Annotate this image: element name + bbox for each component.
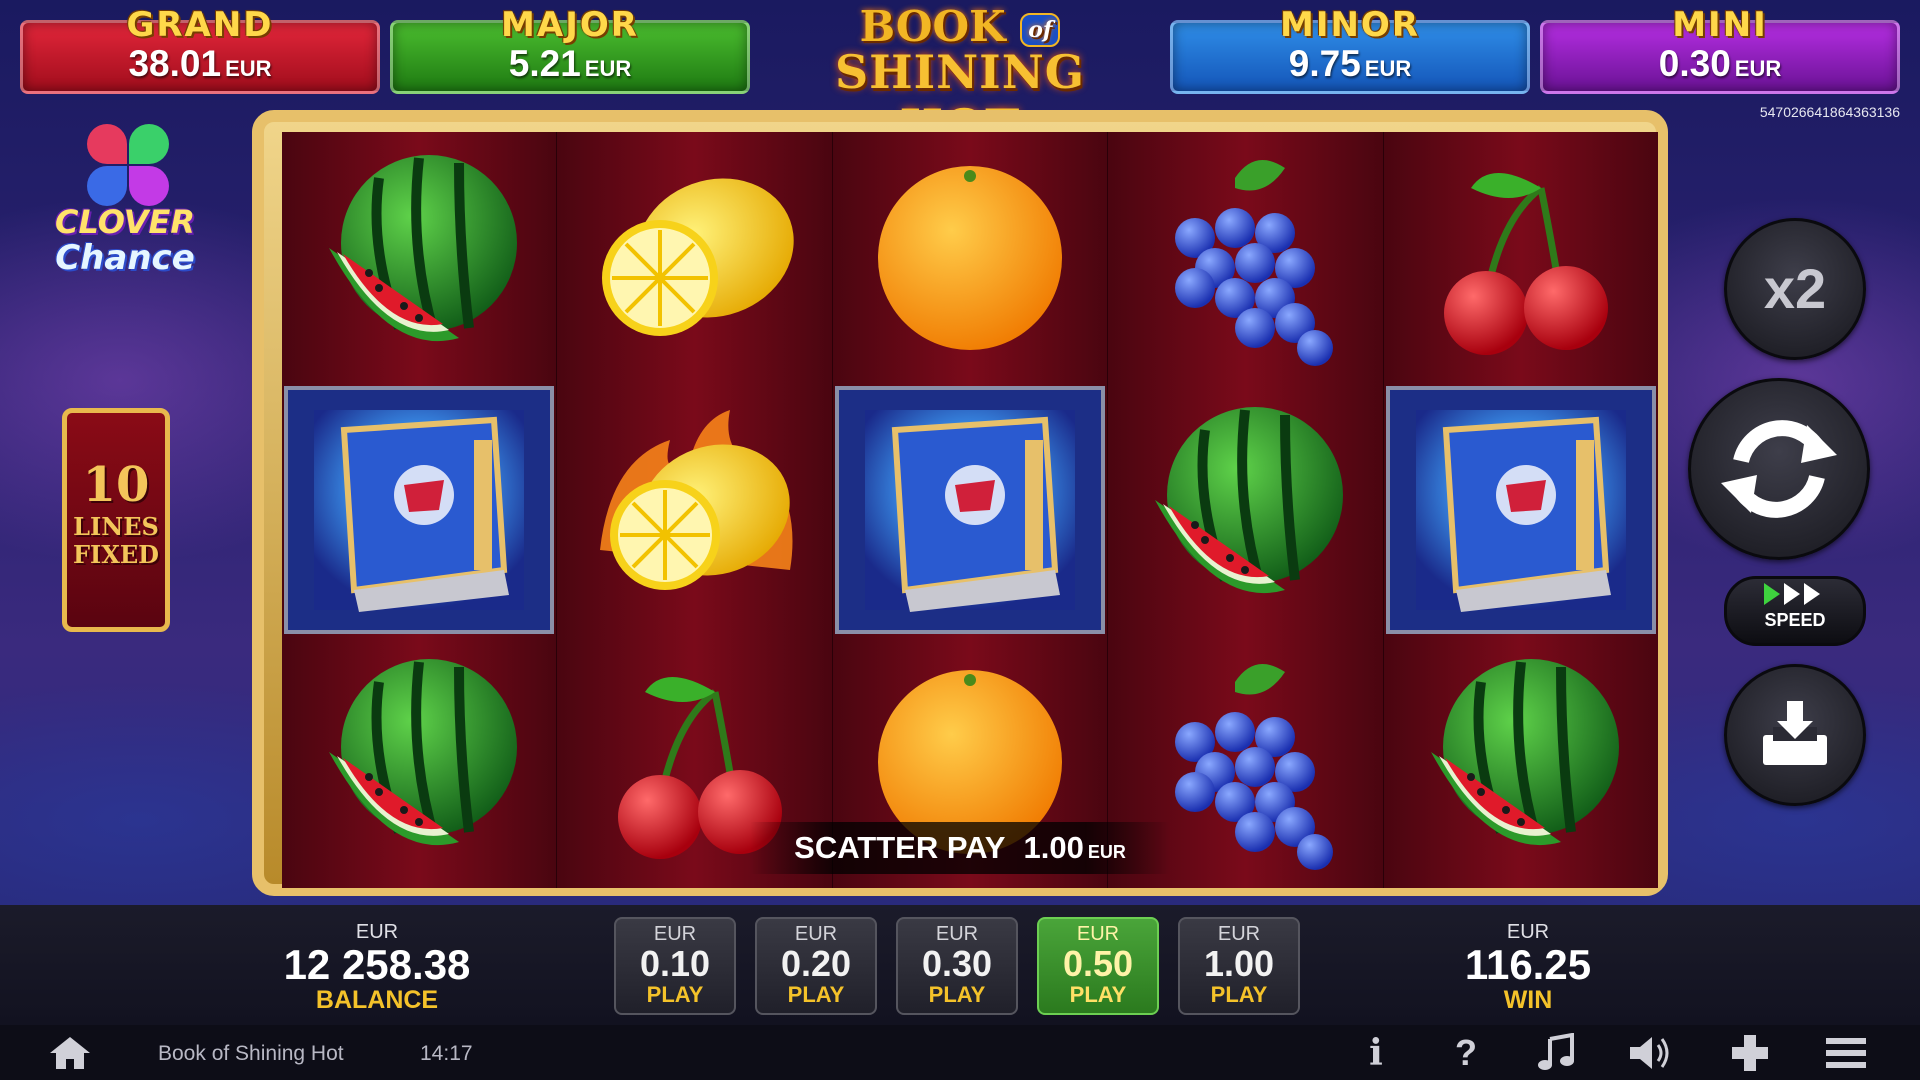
bet-button-0-50[interactable]: EUR 0.50 PLAY xyxy=(1037,917,1159,1015)
logo-book-text: BOOK xyxy=(859,2,1006,51)
symbol-book xyxy=(284,386,555,634)
jackpot-grand-currency: EUR xyxy=(225,56,272,81)
symbol-cherry xyxy=(1384,132,1658,384)
win-value: 116.25 xyxy=(1464,941,1592,988)
download-tray-icon xyxy=(1763,701,1827,765)
jackpot-major: MAJOR 5.21 EUR xyxy=(390,5,750,94)
autoplay-button[interactable] xyxy=(1724,664,1866,806)
symbol-lemon xyxy=(557,132,831,384)
lines-count: 10 xyxy=(82,457,150,513)
fast-forward-icon xyxy=(1764,583,1820,605)
symbol-watermelon xyxy=(282,132,556,384)
music-note-icon xyxy=(1538,1033,1574,1070)
symbol-book xyxy=(834,386,1106,634)
jackpot-major-value: 5.21 xyxy=(508,43,581,84)
symbol-watermelon xyxy=(1108,384,1382,636)
bet-value: 0.20 xyxy=(780,943,852,984)
bet-button-1-00[interactable]: EUR 1.00 PLAY xyxy=(1178,917,1300,1015)
jackpot-mini: MINI 0.30 EUR xyxy=(1540,5,1900,94)
menu-button[interactable] xyxy=(1824,1033,1868,1073)
reel-area xyxy=(282,132,1659,888)
scatter-pay-currency: EUR xyxy=(1087,842,1126,862)
bet-button-0-20[interactable]: EUR 0.20 PLAY xyxy=(755,917,877,1015)
jackpot-minor: MINOR 9.75 EUR xyxy=(1170,5,1530,94)
clover-chance-badge: CLOVER Chance xyxy=(40,122,210,282)
clover-icon xyxy=(85,122,175,212)
bet-play-label: PLAY xyxy=(1069,982,1127,1007)
scatter-pay-amount: 1.00 xyxy=(1023,830,1084,865)
symbol-watermelon xyxy=(1384,636,1658,888)
clover-subtitle: Chance xyxy=(55,238,195,278)
bet-value: 0.10 xyxy=(639,943,711,984)
jackpot-grand-value: 38.01 xyxy=(128,43,222,84)
fullscreen-exit-icon xyxy=(1732,1035,1768,1071)
win-label: WIN xyxy=(1503,986,1553,1014)
fullscreen-exit-button[interactable] xyxy=(1728,1033,1772,1073)
game-logo: BOOK of SHINING HOT xyxy=(780,0,1140,153)
scatter-pay-label: SCATTER PAY xyxy=(794,830,1005,865)
reel-3 xyxy=(832,132,1109,888)
bet-button-0-30[interactable]: EUR 0.30 PLAY xyxy=(896,917,1018,1015)
bet-play-label: PLAY xyxy=(787,982,845,1007)
reel-frame xyxy=(252,110,1668,896)
footer-bar: Book of Shining Hot 14:17 i ? xyxy=(0,1025,1920,1080)
jackpot-minor-currency: EUR xyxy=(1364,56,1412,81)
jackpot-minor-title: MINOR xyxy=(1279,5,1421,45)
scatter-pay-banner: SCATTER PAY 1.00 EUR xyxy=(750,822,1170,874)
jackpot-major-currency: EUR xyxy=(584,56,632,81)
reel-5 xyxy=(1383,132,1659,888)
lines-label: LINES xyxy=(73,512,159,541)
symbol-burning-lemon xyxy=(557,384,831,636)
reel-1 xyxy=(282,132,558,888)
win-display: EUR 116.25 WIN xyxy=(1378,905,1678,1014)
jackpot-mini-title: MINI xyxy=(1672,5,1768,45)
home-icon xyxy=(50,1037,90,1069)
bet-play-label: PLAY xyxy=(646,982,704,1007)
bet-value: 0.30 xyxy=(921,943,993,984)
jackpot-minor-value: 9.75 xyxy=(1288,43,1361,84)
lines-fixed-label: FIXED xyxy=(73,540,159,569)
hamburger-menu-icon xyxy=(1826,1038,1866,1068)
symbol-orange xyxy=(833,132,1107,384)
multiplier-x2-button[interactable]: x2 xyxy=(1724,218,1866,360)
bet-value: 0.50 xyxy=(1062,943,1134,984)
bottom-bar: EUR 12 258.38 BALANCE EUR 0.10 PLAY EUR … xyxy=(0,905,1920,1025)
question-icon: ? xyxy=(1455,1032,1477,1073)
balance-display: EUR 12 258.38 BALANCE xyxy=(227,905,527,1014)
speed-button[interactable]: SPEED xyxy=(1724,576,1866,646)
spin-icon xyxy=(1721,420,1837,518)
game-round-id: 547026641864363136 xyxy=(1759,104,1900,120)
balance-value: 12 258.38 xyxy=(283,941,471,988)
music-button[interactable] xyxy=(1534,1033,1578,1073)
bet-play-label: PLAY xyxy=(1210,982,1268,1007)
jackpot-mini-value: 0.30 xyxy=(1658,43,1731,84)
lines-fixed-badge: 10 LINES FIXED xyxy=(62,408,170,632)
bet-button-0-10[interactable]: EUR 0.10 PLAY xyxy=(614,917,736,1015)
symbol-grapes xyxy=(1108,132,1382,384)
clover-title: CLOVER xyxy=(54,203,196,241)
jackpot-grand: GRAND 38.01 EUR xyxy=(20,5,380,94)
home-button[interactable] xyxy=(48,1035,92,1076)
spin-button[interactable] xyxy=(1688,378,1870,560)
jackpot-major-title: MAJOR xyxy=(501,5,639,45)
jackpot-mini-currency: EUR xyxy=(1734,56,1782,81)
logo-of-text: of xyxy=(1020,13,1061,47)
info-icon: i xyxy=(1369,1032,1383,1074)
balance-label: BALANCE xyxy=(315,986,439,1014)
help-button[interactable]: ? xyxy=(1444,1032,1488,1073)
sound-button[interactable] xyxy=(1628,1033,1672,1073)
game-name: Book of Shining Hot xyxy=(158,1042,344,1065)
clock: 14:17 xyxy=(420,1042,473,1065)
bet-value: 1.00 xyxy=(1203,943,1275,984)
reel-4 xyxy=(1108,132,1384,888)
symbol-watermelon xyxy=(282,636,556,888)
bet-play-label: PLAY xyxy=(928,982,986,1007)
speaker-icon xyxy=(1630,1037,1669,1069)
info-button[interactable]: i xyxy=(1354,1032,1398,1074)
reel-2 xyxy=(557,132,833,888)
speed-label: SPEED xyxy=(1764,610,1826,630)
jackpot-grand-title: GRAND xyxy=(126,5,274,45)
symbol-book xyxy=(1385,386,1657,634)
